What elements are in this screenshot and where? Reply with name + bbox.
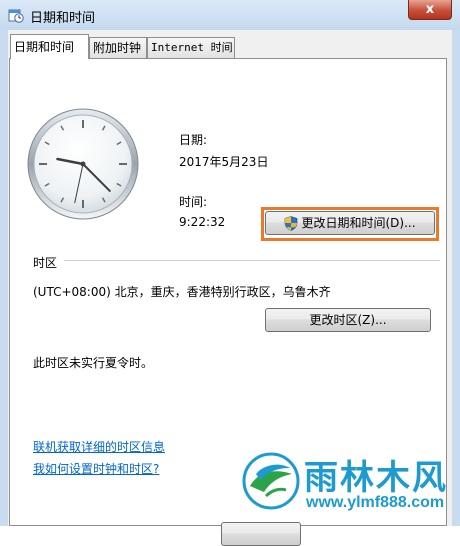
tab-additional-clocks-label: 附加时钟 xyxy=(93,41,142,55)
date-value: 2017年5月23日 xyxy=(179,155,269,169)
watermark-logo-icon xyxy=(242,452,300,510)
change-timezone-button[interactable]: 更改时区(Z)... xyxy=(265,308,431,332)
tab-internet-time[interactable]: Internet 时间 xyxy=(147,37,235,58)
timezone-value: (UTC+08:00) 北京，重庆，香港特别行政区，乌鲁木齐 xyxy=(33,285,331,299)
watermark-title: 雨林木风 xyxy=(304,458,448,498)
analog-clock xyxy=(27,108,139,220)
time-label: 时间: xyxy=(179,195,208,209)
window-frame-left xyxy=(0,30,8,526)
time-value: 9:22:32 xyxy=(179,215,226,229)
date-label: 日期: xyxy=(179,133,208,147)
timezone-separator xyxy=(64,260,440,261)
tab-additional-clocks[interactable]: 附加时钟 xyxy=(89,37,147,58)
timezone-section-label: 时区 xyxy=(33,256,58,270)
watermark: 雨林木风 www.ylmf888.com xyxy=(238,448,458,520)
title-bar: 日期和时间 x xyxy=(0,0,460,30)
online-timezone-info-link[interactable]: 联机获取详细的时区信息 xyxy=(33,438,165,455)
close-icon: x xyxy=(425,2,435,17)
watermark-url: www.ylmf888.com xyxy=(306,494,445,511)
change-timezone-label: 更改时区(Z)... xyxy=(309,313,387,327)
window-title: 日期和时间 xyxy=(30,11,96,26)
tab-date-time[interactable]: 日期和时间 xyxy=(10,34,89,59)
change-date-time-button[interactable]: 更改日期和时间(D)... xyxy=(265,211,435,235)
uac-shield-icon xyxy=(285,216,298,231)
calendar-clock-icon xyxy=(8,9,24,23)
dst-note: 此时区未实行夏令时。 xyxy=(33,356,154,370)
tab-date-time-label: 日期和时间 xyxy=(14,40,75,54)
tab-internet-time-label: Internet 时间 xyxy=(151,41,233,54)
change-date-time-label: 更改日期和时间(D)... xyxy=(301,216,416,230)
how-to-set-clock-link[interactable]: 我如何设置时钟和时区? xyxy=(33,460,159,477)
close-button[interactable]: x xyxy=(408,0,452,20)
